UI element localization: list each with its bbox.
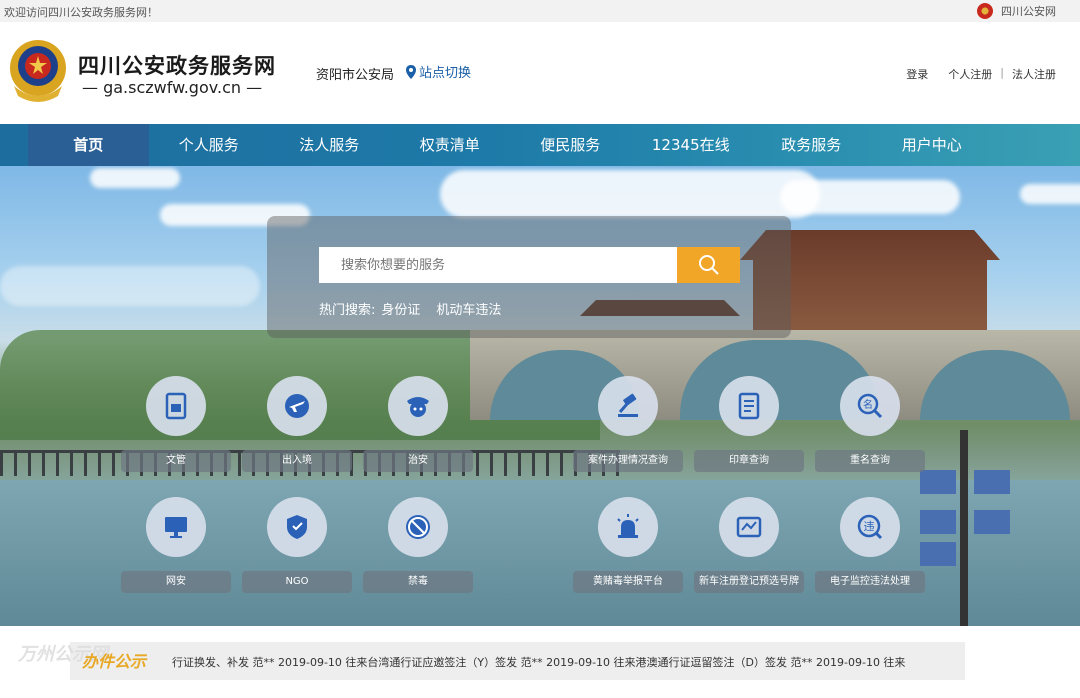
service-item[interactable]: 印章查询 xyxy=(694,376,804,472)
notice-badge: 办件公示 xyxy=(82,652,147,671)
gavel-icon xyxy=(598,376,658,436)
monitor-icon xyxy=(146,497,206,557)
traffic-violation-icon: 违 xyxy=(840,497,900,557)
id-card-icon xyxy=(146,376,206,436)
top-right: 四川公安网 xyxy=(977,3,1056,19)
service-label: 出入境 xyxy=(242,450,352,472)
bureau-name: 资阳市公安局 xyxy=(316,68,395,83)
site-switch-label: 站点切换 xyxy=(419,66,472,81)
legal-register-link[interactable]: 法人注册 xyxy=(1012,66,1056,82)
service-label: 印章查询 xyxy=(694,450,804,472)
name-search-icon: 名 xyxy=(840,376,900,436)
separator: | xyxy=(1000,66,1004,79)
street-lamp xyxy=(920,430,1010,630)
top-strip: 欢迎访问四川公安政务服务网！ 四川公安网 xyxy=(0,0,1080,22)
hot-keyword[interactable]: 身份证 xyxy=(381,299,420,318)
welcome-text: 欢迎访问四川公安政务服务网！ xyxy=(4,6,158,19)
cloud xyxy=(1020,184,1080,204)
main-nav: 首页 个人服务 法人服务 权责清单 便民服务 12345在线 政务服务 用户中心 xyxy=(0,124,1080,166)
nav-responsibility-list[interactable]: 权责清单 xyxy=(390,124,511,166)
service-item[interactable]: 案件办理情况查询 xyxy=(573,376,683,472)
cloud xyxy=(440,170,820,218)
nav-12345-online[interactable]: 12345在线 xyxy=(631,124,752,166)
service-label: 黄赌毒举报平台 xyxy=(573,571,683,593)
svg-text:名: 名 xyxy=(863,398,873,411)
service-item[interactable]: 文管 xyxy=(121,376,231,472)
site-url: — ga.sczwfw.gov.cn — xyxy=(82,78,263,97)
service-item[interactable]: NGO xyxy=(242,497,352,593)
police-officer-icon xyxy=(388,376,448,436)
license-plate-icon xyxy=(719,497,779,557)
hot-search: 热门搜索: 身份证 机动车违法 xyxy=(319,299,511,318)
service-label: 案件办理情况查询 xyxy=(573,450,683,472)
service-item[interactable]: 网安 xyxy=(121,497,231,593)
service-label: 治安 xyxy=(363,450,473,472)
search-button[interactable] xyxy=(677,247,740,283)
service-label: 文管 xyxy=(121,450,231,472)
cloud xyxy=(780,180,960,214)
header: 四川公安政务服务网 — ga.sczwfw.gov.cn — 资阳市公安局 站点… xyxy=(0,22,1080,124)
bridge-arch xyxy=(920,350,1070,420)
service-item[interactable]: 违 电子监控违法处理 xyxy=(815,497,925,593)
notice-scroll-text[interactable]: 行证换发、补发 范** 2019-09-10 往来台湾通行证应邀签注（Y）签发 … xyxy=(172,654,962,670)
cloud xyxy=(90,168,180,188)
shield-icon xyxy=(267,497,327,557)
personal-register-link[interactable]: 个人注册 xyxy=(948,66,992,82)
site-switch-link[interactable]: 站点切换 xyxy=(406,62,471,81)
service-item[interactable]: 禁毒 xyxy=(363,497,473,593)
airplane-icon xyxy=(267,376,327,436)
service-item[interactable]: 名 重名查询 xyxy=(815,376,925,472)
svg-text:违: 违 xyxy=(864,520,875,533)
service-label: 电子监控违法处理 xyxy=(815,571,925,593)
nav-legal-service[interactable]: 法人服务 xyxy=(269,124,390,166)
nav-user-center[interactable]: 用户中心 xyxy=(872,124,993,166)
police-emblem-icon xyxy=(977,3,993,19)
service-label: NGO xyxy=(242,571,352,593)
service-label: 禁毒 xyxy=(363,571,473,593)
cloud xyxy=(0,266,260,306)
location-pin-icon xyxy=(406,64,416,79)
login-link[interactable]: 登录 xyxy=(906,66,928,82)
service-item[interactable]: 新车注册登记预选号牌 xyxy=(694,497,804,593)
hot-keyword[interactable]: 机动车违法 xyxy=(436,299,501,318)
police-badge-icon xyxy=(10,40,66,102)
site-name-link[interactable]: 四川公安网 xyxy=(1001,3,1056,19)
no-drugs-icon xyxy=(388,497,448,557)
service-item[interactable]: 治安 xyxy=(363,376,473,472)
nav-personal-service[interactable]: 个人服务 xyxy=(149,124,270,166)
service-item[interactable]: 黄赌毒举报平台 xyxy=(573,497,683,593)
site-title: 四川公安政务服务网 xyxy=(78,54,276,78)
service-label: 网安 xyxy=(121,571,231,593)
hot-search-label: 热门搜索: xyxy=(319,303,376,318)
service-label: 新车注册登记预选号牌 xyxy=(694,571,804,593)
service-label: 重名查询 xyxy=(815,450,925,472)
nav-government-service[interactable]: 政务服务 xyxy=(751,124,872,166)
search-icon xyxy=(698,255,719,275)
document-seal-icon xyxy=(719,376,779,436)
service-item[interactable]: 出入境 xyxy=(242,376,352,472)
search-input[interactable] xyxy=(319,247,677,283)
alarm-light-icon xyxy=(598,497,658,557)
auth-links: 登录 个人注册 | 法人注册 xyxy=(906,66,1056,82)
nav-home[interactable]: 首页 xyxy=(28,124,149,166)
nav-convenience-service[interactable]: 便民服务 xyxy=(510,124,631,166)
